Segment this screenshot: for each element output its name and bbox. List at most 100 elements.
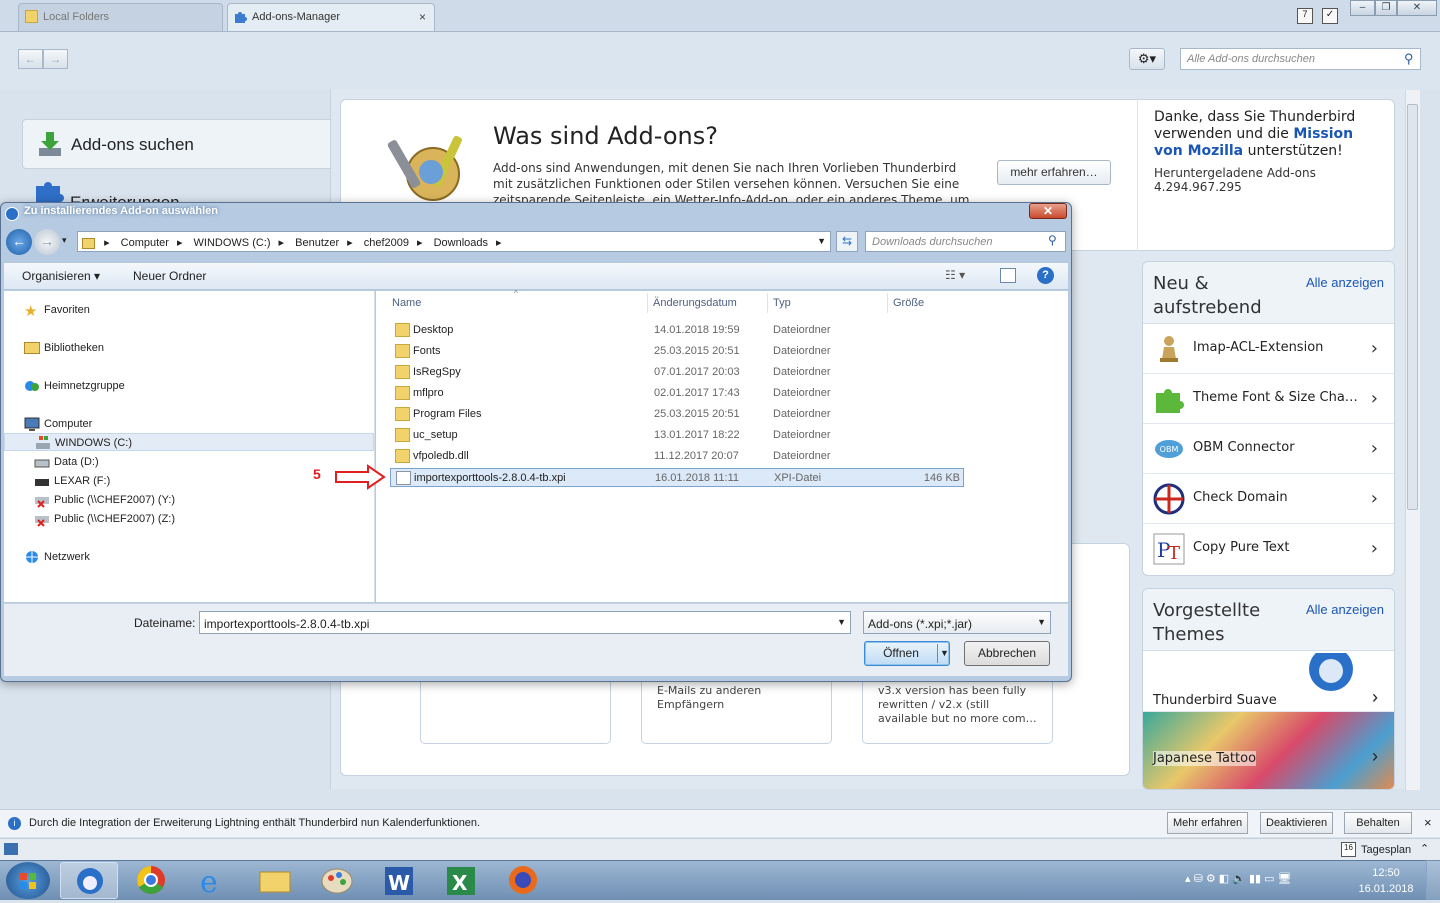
keep-button[interactable]: Behalten — [1344, 812, 1412, 834]
thunderbird-taskbar-icon[interactable] — [60, 862, 118, 899]
firefox-taskbar-icon[interactable] — [494, 862, 552, 899]
table-row[interactable]: uc_setup 13.01.2017 18:22 Dateiordner — [390, 426, 964, 445]
search-icon[interactable]: ⚲ — [1404, 51, 1414, 67]
window-close-button[interactable]: ✕ — [1397, 0, 1437, 16]
scrollbar[interactable] — [1405, 90, 1420, 790]
gear-icon[interactable]: ⚙▾ — [1129, 48, 1165, 70]
breadcrumb-windows-c[interactable]: WINDOWS (C:) — [194, 237, 271, 249]
paint-taskbar-icon[interactable] — [308, 862, 366, 899]
tree-item-libraries[interactable]: Bibliotheken — [4, 339, 104, 357]
annotation-arrow-icon — [335, 464, 386, 490]
tasks-icon[interactable]: ✓ — [1322, 8, 1338, 24]
excel-taskbar-icon[interactable]: X — [432, 862, 490, 899]
dialog-search-input[interactable]: Downloads durchsuchen — [865, 231, 1066, 252]
new-folder-button[interactable]: Neuer Ordner — [133, 269, 206, 283]
word-taskbar-icon[interactable]: W — [370, 862, 428, 899]
theme-item[interactable]: Thunderbird Suave › — [1143, 647, 1394, 712]
tree-item-network[interactable]: Netzwerk — [4, 548, 90, 566]
chevron-down-icon[interactable]: ▼ — [817, 236, 826, 246]
scrollbar-thumb[interactable] — [1407, 104, 1418, 510]
address-bar[interactable]: ▸ Computer ▸ WINDOWS (C:) ▸ Benutzer ▸ chef… — [77, 231, 831, 252]
list-item[interactable]: OBM OBM Connector › — [1143, 424, 1394, 474]
start-button[interactable] — [6, 862, 50, 899]
file-date: 14.01.2018 19:59 — [654, 324, 740, 336]
chevron-down-icon[interactable]: ▼ — [837, 617, 846, 627]
explorer-taskbar-icon[interactable] — [246, 862, 304, 899]
breadcrumb-computer[interactable]: Computer — [121, 237, 169, 249]
tree-item-computer[interactable]: Computer — [4, 415, 92, 433]
table-row-selected[interactable]: importexporttools-2.8.0.4-tb.xpi 16.01.20… — [390, 468, 964, 487]
globe-icon — [1153, 483, 1185, 515]
tab-addons-manager[interactable]: Add-ons-Manager × — [227, 3, 435, 31]
show-desktop-button[interactable] — [1426, 860, 1440, 900]
rising-show-all-link[interactable]: Alle anzeigen — [1306, 275, 1384, 290]
cancel-button[interactable]: Abbrechen — [964, 641, 1050, 666]
today-pane-toggle[interactable]: Tagesplan — [1361, 844, 1411, 856]
breadcrumb-chef2009[interactable]: chef2009 — [364, 237, 409, 249]
theme-item[interactable]: Japanese Tattoo › — [1143, 712, 1394, 789]
tree-item-drive-y[interactable]: Public (\\CHEF2007) (Y:) — [4, 491, 175, 509]
list-item[interactable]: PT Copy Pure Text › — [1143, 524, 1394, 574]
tree-item-drive-f[interactable]: LEXAR (F:) — [4, 472, 110, 490]
breadcrumb-benutzer[interactable]: Benutzer — [295, 237, 339, 249]
file-type-select[interactable]: Add-ons (*.xpi;*.jar) ▼ — [863, 611, 1051, 634]
dialog-close-button[interactable]: ✕ — [1029, 203, 1067, 219]
themes-show-all-link[interactable]: Alle anzeigen — [1306, 602, 1384, 617]
tree-label: Data (D:) — [54, 456, 99, 468]
refresh-icon[interactable]: ⇆ — [836, 231, 858, 252]
sidebar-item-get-addons[interactable]: Add-ons suchen — [22, 119, 330, 169]
close-tab-icon[interactable]: × — [419, 10, 426, 24]
chevron-down-icon[interactable]: ▼ — [940, 642, 949, 665]
sidebar-item-label: Add-ons suchen — [71, 135, 194, 154]
table-row[interactable]: mflpro 02.01.2017 17:43 Dateiordner — [390, 384, 964, 403]
back-button[interactable]: ← — [18, 49, 43, 69]
tree-item-drive-c[interactable]: WINDOWS (C:) — [4, 433, 374, 451]
back-arrow-icon[interactable]: ← — [6, 229, 32, 255]
tree-item-drive-z[interactable]: Public (\\CHEF2007) (Z:) — [4, 510, 175, 528]
forward-arrow-icon[interactable]: → — [34, 229, 60, 255]
tree-item-favorites[interactable]: ★ Favoriten — [4, 301, 90, 320]
column-header-type[interactable]: Typ — [773, 297, 791, 309]
column-header-name[interactable]: Name — [392, 297, 421, 309]
organize-button[interactable]: Organisieren ▾ — [22, 269, 100, 283]
library-icon — [24, 342, 40, 354]
tree-item-drive-d[interactable]: Data (D:) — [4, 453, 99, 471]
maximize-button[interactable]: ❐ — [1375, 0, 1397, 16]
clock-date: 16.01.2018 — [1358, 883, 1414, 895]
clock[interactable]: 12:50 16.01.2018 — [1358, 865, 1414, 897]
preview-pane-icon[interactable] — [1000, 268, 1016, 283]
table-row[interactable]: Program Files 25.03.2015 20:51 Dateiordner — [390, 405, 964, 424]
search-icon[interactable]: ⚲ — [1048, 233, 1057, 247]
ie-taskbar-icon[interactable]: e — [184, 862, 242, 900]
calendar-icon[interactable]: 7 — [1297, 8, 1313, 24]
addons-search-input[interactable]: Alle Add-ons durchsuchen — [1180, 48, 1421, 70]
deactivate-button[interactable]: Deaktivieren — [1260, 812, 1334, 834]
tab-local-folders[interactable]: Local Folders — [18, 3, 223, 31]
thanks-panel: Danke, dass Sie Thunderbird verwenden un… — [1137, 99, 1395, 251]
help-icon[interactable]: ? — [1037, 267, 1054, 284]
view-options-icon[interactable]: ☷ ▾ — [945, 268, 965, 282]
chrome-taskbar-icon[interactable] — [122, 862, 180, 899]
list-item[interactable]: Imap-ACL-Extension › — [1143, 324, 1394, 374]
history-dropdown-icon[interactable]: ▾ — [62, 235, 67, 246]
table-row[interactable]: IsRegSpy 07.01.2017 20:03 Dateiordner — [390, 363, 964, 382]
open-button[interactable]: Öffnen ▼ — [864, 641, 950, 666]
list-item[interactable]: Check Domain › — [1143, 474, 1394, 524]
minimize-button[interactable]: – — [1350, 0, 1375, 16]
table-row[interactable]: Fonts 25.03.2015 20:51 Dateiordner — [390, 342, 964, 361]
filename-input[interactable]: importexporttools-2.8.0.4-tb.xpi ▼ — [199, 611, 851, 634]
column-header-date[interactable]: Änderungsdatum — [653, 297, 737, 309]
forward-button[interactable]: → — [43, 49, 68, 69]
close-notification-icon[interactable]: × — [1424, 815, 1432, 830]
tray-icons[interactable]: ▴ ⛁ ⚙ ◧ 🔈 ▮▮ ▭ 🖥 — [1185, 872, 1292, 885]
tree-item-homegroup[interactable]: Heimnetzgruppe — [4, 377, 125, 395]
list-item[interactable]: Theme Font & Size Cha… › — [1143, 374, 1394, 424]
table-row[interactable]: Desktop 14.01.2018 19:59 Dateiordner — [390, 321, 964, 340]
column-header-size[interactable]: Größe — [893, 297, 924, 309]
table-row[interactable]: vfpoledb.dll 11.12.2017 20:07 Dateiordner — [390, 447, 964, 466]
file-type: Dateiordner — [773, 324, 831, 336]
learn-more-button[interactable]: mehr erfahren… — [997, 160, 1111, 185]
learn-more-button[interactable]: Mehr erfahren — [1167, 812, 1249, 834]
file-type: Dateiordner — [773, 408, 831, 420]
breadcrumb-downloads[interactable]: Downloads — [434, 237, 488, 249]
